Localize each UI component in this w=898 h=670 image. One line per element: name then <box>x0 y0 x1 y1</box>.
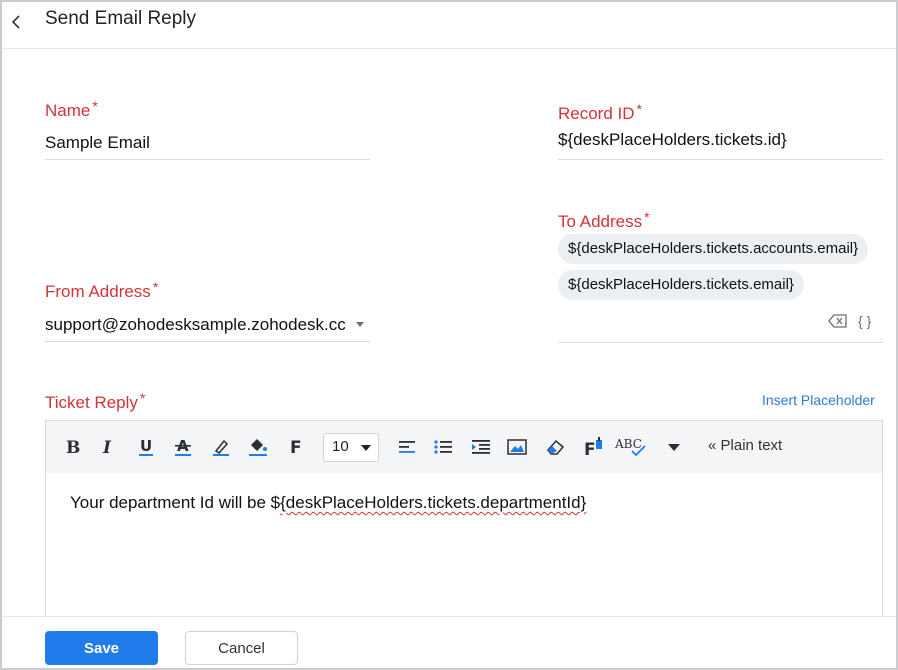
spellcheck-icon[interactable]: ABC <box>614 435 648 459</box>
insert-image-icon[interactable] <box>506 435 528 459</box>
name-label: Name * <box>45 98 98 121</box>
editor-placeholder-token: {deskPlaceHolders.tickets.departmentId} <box>280 493 587 512</box>
placeholder-braces-icon[interactable]: { } <box>858 313 871 329</box>
ticket-reply-label: Ticket Reply * <box>45 390 145 413</box>
insert-placeholder-link[interactable]: Insert Placeholder <box>762 392 875 408</box>
editor-body-text: Your department Id will be $ <box>70 493 281 512</box>
from-address-underline <box>45 341 370 342</box>
required-marker: * <box>644 209 650 225</box>
background-color-icon[interactable] <box>246 435 270 459</box>
from-address-select[interactable]: support@zohodesksample.zohodesk.cc <box>45 315 351 335</box>
ticket-reply-label-text: Ticket Reply <box>45 393 138 412</box>
panel-footer: Save Cancel <box>2 616 896 668</box>
svg-text:I: I <box>102 438 112 456</box>
font-size-select[interactable]: 10 <box>323 433 379 462</box>
to-address-chip[interactable]: ${deskPlaceHolders.tickets.email} <box>558 270 804 300</box>
svg-text:F: F <box>290 438 302 456</box>
font-size-value: 10 <box>332 438 349 455</box>
from-address-label-text: From Address <box>45 282 151 301</box>
font-family-icon[interactable]: F <box>286 435 306 459</box>
align-left-icon[interactable] <box>396 435 418 459</box>
record-id-label: Record ID * <box>558 101 642 124</box>
svg-text:U: U <box>140 437 152 455</box>
chevron-down-icon <box>361 445 371 451</box>
strikethrough-icon[interactable]: A <box>172 435 194 459</box>
format-painter-icon[interactable]: F <box>582 435 606 459</box>
send-email-reply-panel: Send Email Reply Name * Sample Email Reco… <box>0 0 898 670</box>
italic-icon[interactable]: I <box>98 435 118 459</box>
from-address-label: From Address * <box>45 279 158 302</box>
bold-icon[interactable]: B <box>62 435 82 459</box>
bulleted-list-icon[interactable] <box>432 435 454 459</box>
editor-toolbar: B I U A F 10 F ABC « Plain text <box>46 421 882 473</box>
required-marker: * <box>636 101 642 117</box>
cancel-button[interactable]: Cancel <box>185 631 298 665</box>
record-id-field[interactable]: ${deskPlaceHolders.tickets.id} <box>558 130 787 150</box>
eraser-icon[interactable] <box>544 435 568 459</box>
svg-text:F: F <box>584 440 596 458</box>
record-id-label-text: Record ID <box>558 104 635 123</box>
back-chevron-icon[interactable] <box>10 14 24 30</box>
required-marker: * <box>152 279 159 295</box>
record-id-underline <box>558 159 883 160</box>
chevron-down-icon[interactable] <box>356 322 364 327</box>
svg-text:ABC: ABC <box>614 437 642 451</box>
to-address-chip[interactable]: ${deskPlaceHolders.tickets.accounts.emai… <box>558 234 869 264</box>
to-address-label-text: To Address <box>558 212 643 231</box>
indent-icon[interactable] <box>470 435 492 459</box>
svg-text:B: B <box>66 438 80 456</box>
to-address-label: To Address * <box>558 209 650 232</box>
clear-backspace-icon[interactable] <box>828 314 848 333</box>
panel-header: Send Email Reply <box>2 2 896 49</box>
underline-icon[interactable]: U <box>136 435 156 459</box>
required-marker: * <box>139 390 146 406</box>
name-label-text: Name <box>45 101 91 120</box>
more-options-chevron-icon[interactable] <box>664 435 684 459</box>
editor-content[interactable]: Your department Id will be ${deskPlaceHo… <box>70 493 586 513</box>
save-button[interactable]: Save <box>45 631 158 665</box>
text-color-icon[interactable] <box>210 435 232 459</box>
to-address-underline <box>558 342 883 343</box>
name-field[interactable]: Sample Email <box>45 133 150 153</box>
name-field-underline <box>45 159 370 160</box>
required-marker: * <box>92 98 98 114</box>
page-title: Send Email Reply <box>45 8 197 29</box>
plain-text-toggle[interactable]: « Plain text <box>708 437 782 454</box>
